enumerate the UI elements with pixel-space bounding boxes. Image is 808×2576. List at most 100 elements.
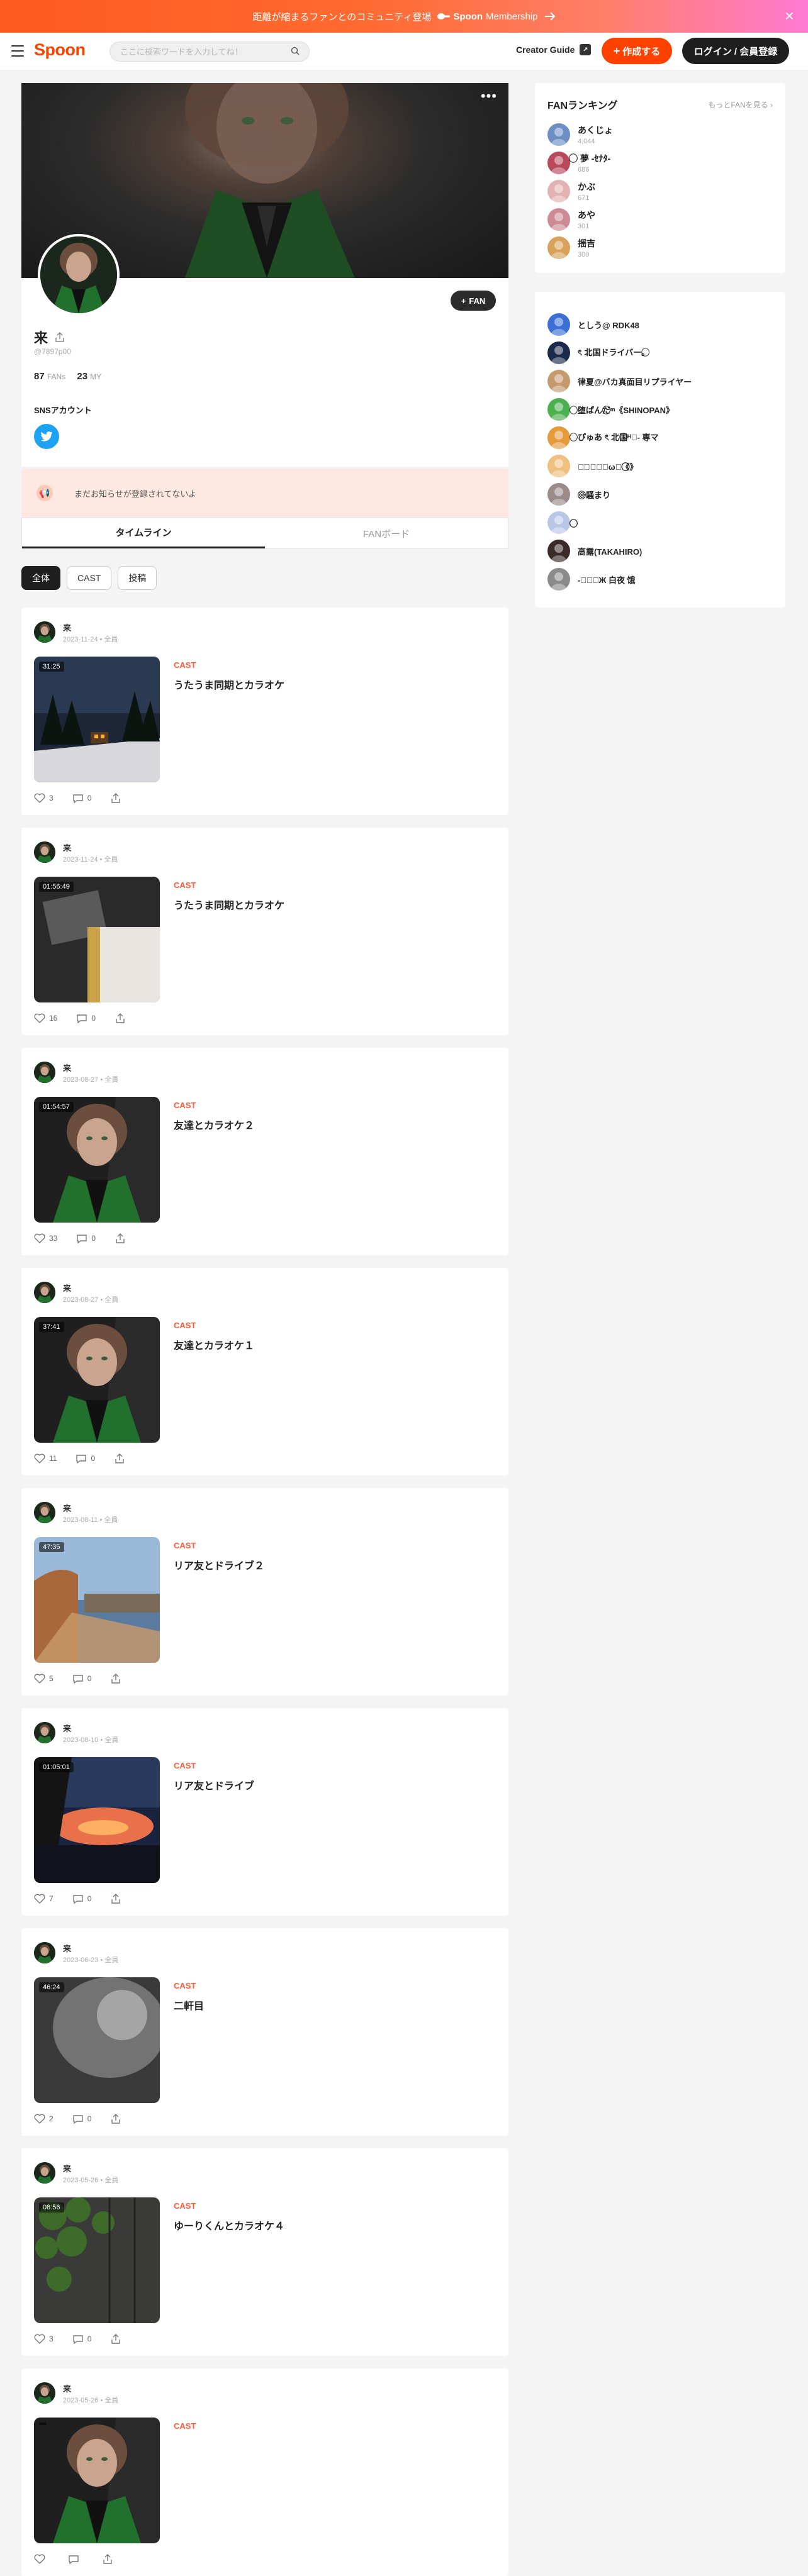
heart-icon[interactable] (34, 1013, 45, 1023)
share-icon[interactable] (110, 1893, 121, 1904)
post-card[interactable]: 来 2023-05-26 • 全員 CAST (21, 2368, 508, 2576)
following-item[interactable]: ৎ 北国ドライバー。⃝ (547, 341, 649, 364)
post-author-avatar[interactable] (34, 1942, 55, 1963)
fan-ranking-item[interactable]: あくじょ 4,044 (547, 123, 613, 146)
post-author-name[interactable]: 来 (63, 621, 71, 633)
post-author-name[interactable]: 来 (63, 1722, 71, 1734)
comment-icon[interactable] (76, 1013, 87, 1023)
comment-icon[interactable] (68, 2554, 79, 2564)
creator-guide-link[interactable]: Creator Guide ↗ (516, 44, 592, 55)
post-author-name[interactable]: 来 (63, 1282, 71, 1294)
post-card[interactable]: 来 2023-06-23 • 全員 46:24 CAST 二軒目 2 0 (21, 1928, 508, 2136)
share-icon[interactable] (115, 1013, 126, 1024)
post-author-avatar[interactable] (34, 2382, 55, 2404)
cast-thumbnail[interactable]: 47:35 (34, 1537, 160, 1663)
share-icon[interactable] (110, 792, 121, 804)
comment-icon[interactable] (72, 793, 84, 803)
cast-thumbnail[interactable]: 37:41 (34, 1317, 160, 1443)
cast-thumbnail[interactable]: 31:25 (34, 657, 160, 782)
following-item[interactable]: 律夏@バカ真面目リプライヤー (547, 370, 692, 392)
following-item[interactable]: ⃝⃝⃝⃝⃝ω⃝《⃝⃝⃝⃝⃝⃝》 (547, 455, 637, 477)
heart-icon[interactable] (34, 2554, 45, 2564)
comment-icon[interactable] (72, 2114, 84, 2124)
membership-banner[interactable]: 距離が縮まるファンとのコミュニティ登場 Spoon Membership × (0, 0, 808, 33)
search-input[interactable] (109, 42, 310, 62)
following-item[interactable]: としう@ RDK48 (547, 313, 639, 336)
post-card[interactable]: 来 2023-11-24 • 全員 01:56:49 CAST うたうま同期とカ… (21, 828, 508, 1035)
post-author-name[interactable]: 来 (63, 2382, 71, 2394)
comment-icon[interactable] (72, 1674, 84, 1684)
following-item[interactable]: ⃝ぴゅあ ৎ 北国⃝ᴴ⃝- 専マ (547, 426, 659, 449)
cast-title[interactable]: うたうま同期とカラオケ (174, 897, 284, 912)
cast-title[interactable]: 友達とカラオケ２ (174, 1117, 254, 1132)
search-icon[interactable] (291, 47, 300, 55)
following-item[interactable]: ⃝⃝⃝ (547, 511, 578, 534)
post-author-avatar[interactable] (34, 841, 55, 863)
fan-ranking-item[interactable]: あや 301 (547, 208, 595, 231)
post-author-name[interactable]: 来 (63, 1502, 71, 1514)
cast-thumbnail[interactable]: 01:05:01 (34, 1757, 160, 1883)
post-author-avatar[interactable] (34, 1722, 55, 1743)
comment-icon[interactable] (76, 1233, 87, 1243)
share-icon[interactable] (110, 1673, 121, 1684)
post-author-name[interactable]: 来 (63, 1062, 71, 1074)
cast-thumbnail[interactable]: 08:56 (34, 2197, 160, 2323)
post-card[interactable]: 来 2023-08-11 • 全員 47:35 CAST リア友とドライブ２ 5… (21, 1488, 508, 1696)
post-card[interactable]: 来 2023-08-27 • 全員 37:41 CAST 友達とカラオケ１ 11… (21, 1268, 508, 1475)
filter-cast[interactable]: CAST (67, 566, 112, 590)
comment-icon[interactable] (72, 2334, 84, 2344)
spoon-logo[interactable]: Spoon (34, 40, 86, 60)
create-button[interactable]: + 作成する (602, 38, 672, 64)
share-icon[interactable] (115, 1233, 126, 1244)
post-author-name[interactable]: 来 (63, 2162, 71, 2174)
post-author-avatar[interactable] (34, 1282, 55, 1303)
share-icon[interactable] (114, 1453, 125, 1464)
heart-icon[interactable] (34, 1233, 45, 1243)
profile-stats[interactable]: 87 FANs 23 MY (34, 371, 110, 382)
cast-thumbnail[interactable]: 01:54:57 (34, 1097, 160, 1223)
filter-posts[interactable]: 投稿 (118, 566, 157, 590)
share-icon[interactable] (102, 2553, 113, 2565)
more-fans-link[interactable]: もっとFANを見る › (708, 99, 773, 110)
post-author-avatar[interactable] (34, 1502, 55, 1523)
comment-icon[interactable] (72, 1894, 84, 1904)
following-item[interactable]: ※⃝騒まり (547, 483, 610, 506)
post-author-avatar[interactable] (34, 2162, 55, 2184)
filter-all[interactable]: 全体 (21, 566, 60, 590)
heart-icon[interactable] (34, 2334, 45, 2344)
following-item[interactable]: 高露(TAKAHIRO) (547, 540, 642, 562)
heart-icon[interactable] (34, 1453, 45, 1463)
cast-thumbnail[interactable] (34, 2418, 160, 2543)
post-author-avatar[interactable] (34, 621, 55, 643)
following-item[interactable]: ⃝堕ぱんだ⃝ᵐ《SHINOPAN》 (547, 398, 674, 421)
post-card[interactable]: 来 2023-05-26 • 全員 08:56 CAST ゆーりくんとカラオケ４… (21, 2148, 508, 2356)
tab-fanboard[interactable]: FANボード (265, 518, 508, 548)
post-author-name[interactable]: 来 (63, 1942, 71, 1954)
post-card[interactable]: 来 2023-11-24 • 全員 31:25 CAST うたうま同期とカラオケ… (21, 608, 508, 815)
cast-thumbnail[interactable]: 46:24 (34, 1977, 160, 2103)
more-options-icon[interactable]: ••• (481, 89, 497, 103)
post-author-name[interactable]: 来 (63, 841, 71, 853)
heart-icon[interactable] (34, 2114, 45, 2124)
cast-thumbnail[interactable]: 01:56:49 (34, 877, 160, 1002)
heart-icon[interactable] (34, 1674, 45, 1684)
twitter-icon[interactable] (34, 424, 59, 449)
tab-timeline[interactable]: タイムライン (22, 518, 265, 548)
following-item[interactable]: -⃝⃝⃝Ж 白夜 饿 (547, 568, 636, 591)
post-card[interactable]: 来 2023-08-10 • 全員 01:05:01 CAST リア友とドライブ… (21, 1708, 508, 1916)
cast-title[interactable]: 友達とカラオケ１ (174, 1337, 254, 1352)
cast-title[interactable]: リア友とドライブ (174, 1777, 254, 1792)
close-icon[interactable]: × (785, 8, 794, 24)
login-button[interactable]: ログイン / 会員登録 (682, 38, 789, 64)
post-author-avatar[interactable] (34, 1062, 55, 1083)
cast-title[interactable]: ゆーりくんとカラオケ４ (174, 2218, 284, 2233)
heart-icon[interactable] (34, 1894, 45, 1904)
heart-icon[interactable] (34, 793, 45, 803)
fan-ranking-item[interactable]: 揺吉 300 (547, 236, 595, 259)
cast-title[interactable]: うたうま同期とカラオケ (174, 677, 284, 692)
fan-button[interactable]: + FAN (451, 291, 496, 311)
share-icon[interactable] (54, 331, 65, 343)
comment-icon[interactable] (76, 1453, 87, 1463)
fan-ranking-item[interactable]: ⃝ 夢 -ｾﾅﾀ- 686 (547, 152, 610, 174)
menu-icon[interactable] (11, 45, 24, 57)
